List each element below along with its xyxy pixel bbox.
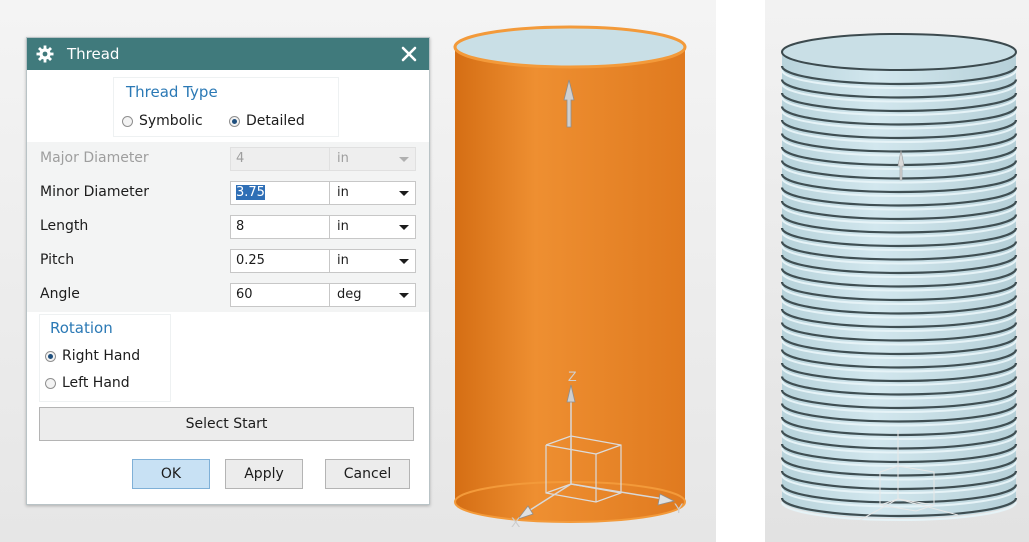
detailed-radio-label: Detailed <box>246 113 305 129</box>
angle-row: Angle 60 deg <box>27 278 429 312</box>
right-hand-radio[interactable]: Right Hand <box>45 348 140 364</box>
minor-diameter-label: Minor Diameter <box>40 184 149 200</box>
detailed-radio-dot[interactable] <box>229 115 240 127</box>
symbolic-radio-dot[interactable] <box>122 115 133 127</box>
major-diameter-unit-select: in <box>330 147 416 171</box>
detailed-radio[interactable]: Detailed <box>229 113 305 129</box>
left-hand-radio-label: Left Hand <box>62 375 130 391</box>
thread-type-heading: Thread Type <box>126 83 218 101</box>
angle-input[interactable]: 60 <box>230 283 330 307</box>
cylinder-top-face <box>453 25 687 69</box>
z-axis-label: Z <box>568 368 577 384</box>
minor-diameter-value: 3.75 <box>236 185 265 200</box>
pitch-input[interactable]: 0.25 <box>230 249 330 273</box>
chevron-down-icon <box>399 157 409 162</box>
rotation-heading: Rotation <box>50 319 113 337</box>
ok-button[interactable]: OK <box>132 459 210 489</box>
symbolic-radio[interactable]: Symbolic <box>122 113 203 129</box>
pitch-row: Pitch 0.25 in <box>27 244 429 278</box>
angle-label: Angle <box>40 286 80 302</box>
gear-icon <box>36 45 54 63</box>
length-label: Length <box>40 218 89 234</box>
select-start-button[interactable]: Select Start <box>39 407 414 441</box>
major-diameter-unit: in <box>337 151 349 166</box>
right-hand-radio-label: Right Hand <box>62 348 141 364</box>
rotation-group: Rotation Right Hand Left Hand <box>40 315 170 401</box>
minor-diameter-unit: in <box>337 185 349 200</box>
minor-diameter-row: Minor Diameter 3.75 in <box>27 176 429 210</box>
chevron-down-icon <box>399 259 409 264</box>
chevron-down-icon <box>399 293 409 298</box>
cancel-button[interactable]: Cancel <box>325 459 410 489</box>
major-diameter-label: Major Diameter <box>40 150 149 166</box>
apply-button[interactable]: Apply <box>225 459 303 489</box>
thread-type-group: Thread Type Symbolic Detailed <box>114 78 338 136</box>
length-unit: in <box>337 219 349 234</box>
pitch-label: Pitch <box>40 252 75 268</box>
thread-dialog: Thread Thread Type Symbolic Detailed Maj… <box>26 37 430 505</box>
pitch-unit: in <box>337 253 349 268</box>
threaded-top-face <box>781 33 1017 71</box>
dialog-titlebar[interactable]: Thread <box>27 38 429 70</box>
threaded-cylinder <box>780 33 1018 521</box>
length-row: Length 8 in <box>27 210 429 244</box>
angle-unit: deg <box>337 287 362 302</box>
chevron-down-icon <box>399 225 409 230</box>
y-axis-label: Y <box>674 500 684 516</box>
major-diameter-input: 4 <box>230 147 330 171</box>
pitch-unit-select[interactable]: in <box>330 249 416 273</box>
left-hand-radio-dot[interactable] <box>45 377 56 389</box>
x-axis-label: X <box>511 514 521 530</box>
length-unit-select[interactable]: in <box>330 215 416 239</box>
dialog-title: Thread <box>67 45 120 63</box>
chevron-down-icon <box>399 191 409 196</box>
left-hand-radio[interactable]: Left Hand <box>45 375 130 391</box>
minor-diameter-unit-select[interactable]: in <box>330 181 416 205</box>
angle-unit-select[interactable]: deg <box>330 283 416 307</box>
major-diameter-row: Major Diameter 4 in <box>27 142 429 176</box>
length-input[interactable]: 8 <box>230 215 330 239</box>
close-icon[interactable] <box>397 42 421 66</box>
right-hand-radio-dot[interactable] <box>45 350 56 362</box>
symbolic-radio-label: Symbolic <box>139 113 203 129</box>
minor-diameter-input[interactable]: 3.75 <box>230 181 330 205</box>
